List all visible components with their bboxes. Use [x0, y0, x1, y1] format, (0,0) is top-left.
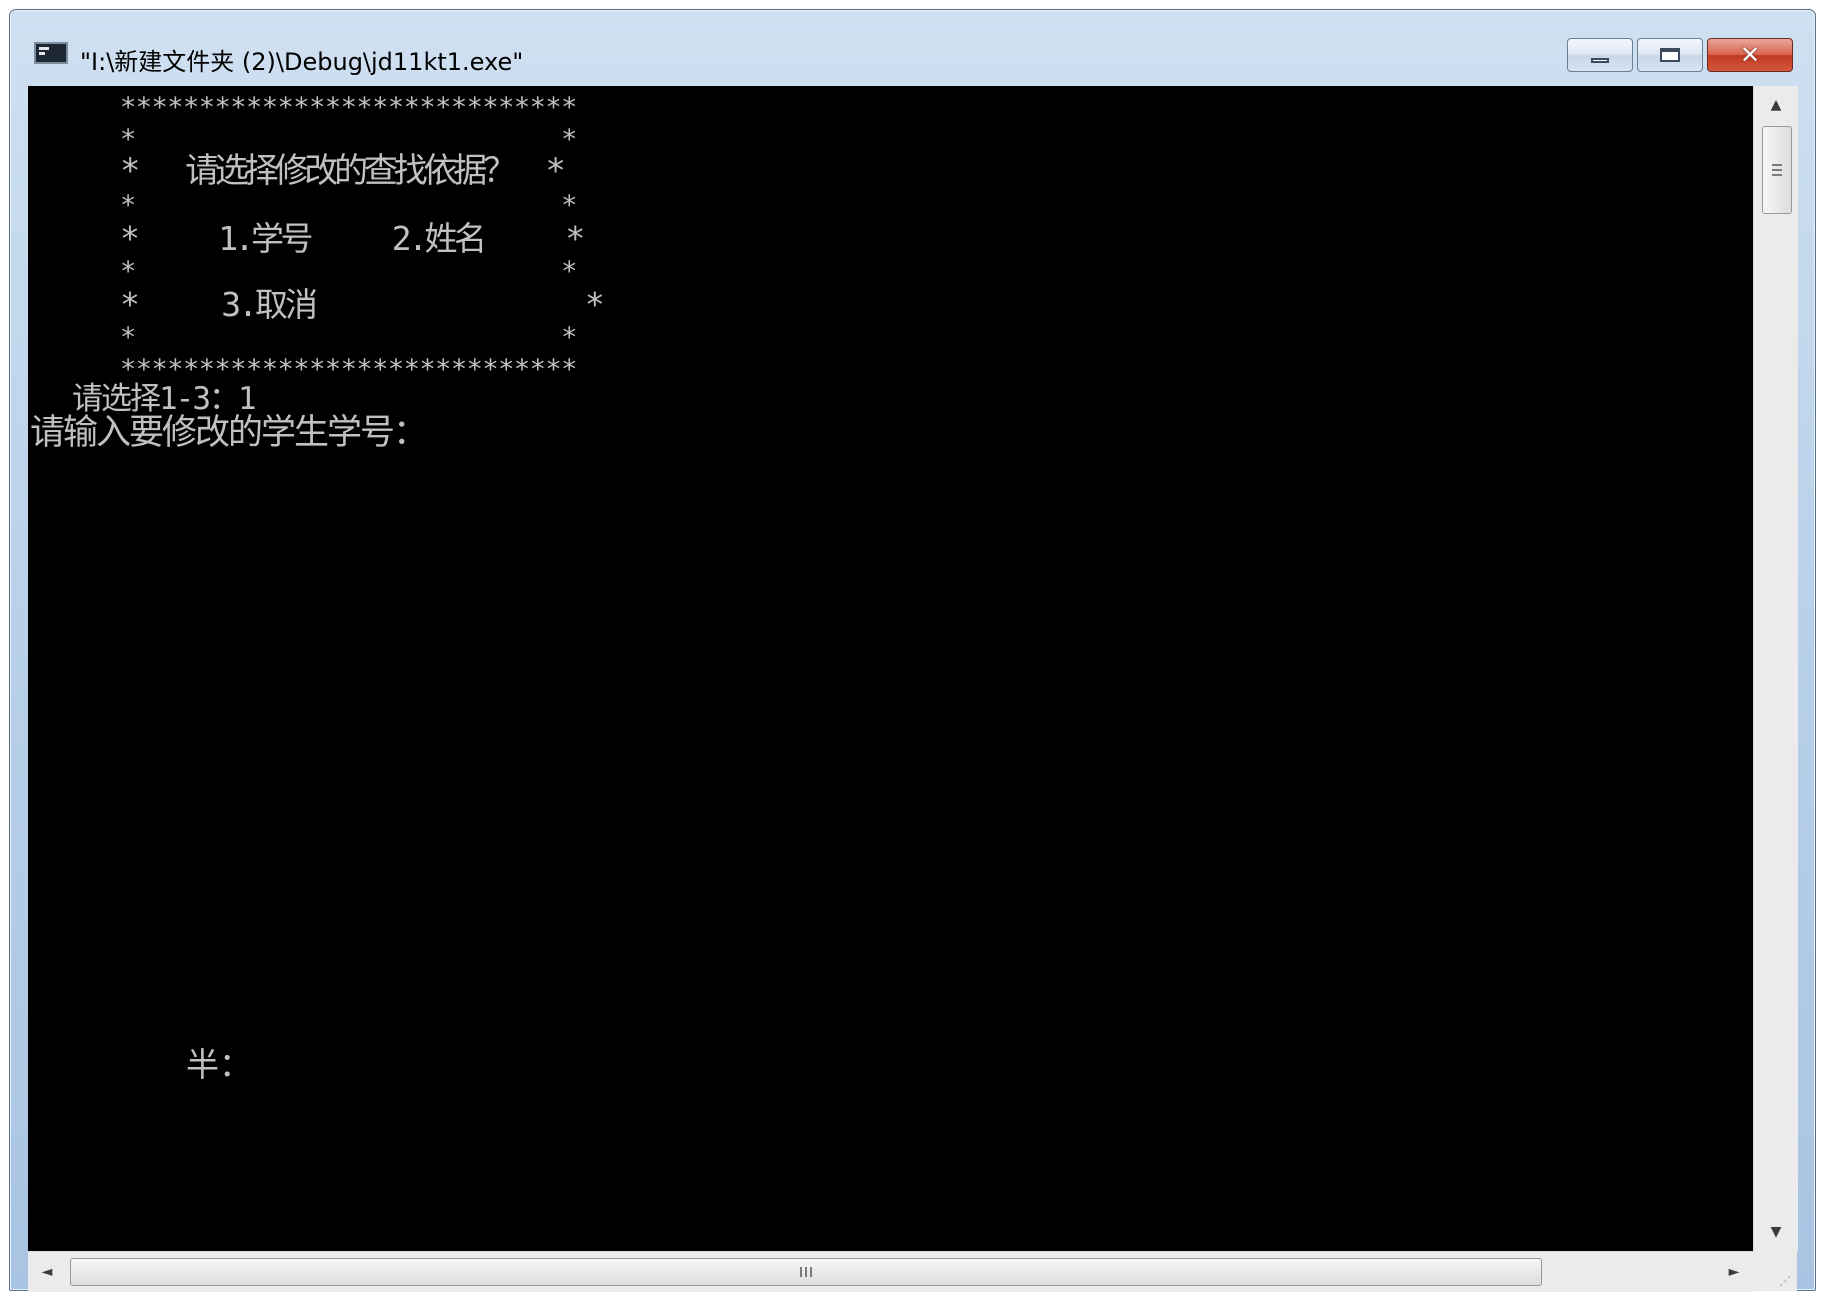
menu-empty-row: * *: [120, 124, 577, 155]
console-output[interactable]: ***************************** * * * 请选择修…: [28, 86, 1753, 1251]
horizontal-scroll-thumb[interactable]: [70, 1258, 1542, 1286]
maximize-button[interactable]: [1637, 38, 1703, 72]
grip-icon: [1772, 164, 1782, 176]
ime-status: 半：: [186, 1045, 252, 1084]
console-window: "I:\新建文件夹 (2)\Debug\jd11kt1.exe" ✕ *****…: [9, 9, 1816, 1292]
input-prompt: 请输入要修改的学生学号：: [30, 413, 428, 453]
close-button[interactable]: ✕: [1707, 38, 1793, 72]
minimize-icon: [1591, 57, 1609, 63]
menu-border-bottom: *****************************: [120, 354, 577, 385]
menu-question-row: * 请选择修改的查找依据？ *: [120, 151, 566, 191]
choice-prompt: 请选择1-3：1: [72, 381, 257, 417]
scroll-down-button[interactable]: ▼: [1754, 1213, 1798, 1251]
title-bar[interactable]: "I:\新建文件夹 (2)\Debug\jd11kt1.exe" ✕: [10, 10, 1815, 86]
menu-empty-row: * *: [120, 256, 577, 287]
size-grip-icon: ⋰: [1779, 1274, 1791, 1288]
scroll-up-button[interactable]: ▲: [1754, 86, 1798, 124]
menu-empty-row: * *: [120, 322, 577, 353]
vertical-scrollbar[interactable]: ▲ ▼: [1753, 86, 1798, 1251]
menu-options-row-1: * 1.学号 2.姓名 *: [120, 219, 585, 258]
scroll-right-button[interactable]: ►: [1715, 1252, 1753, 1292]
minimize-button[interactable]: [1567, 38, 1633, 72]
menu-options-row-2: * 3.取消 *: [120, 285, 605, 324]
horizontal-scrollbar[interactable]: ◄ ►: [28, 1251, 1753, 1292]
arrow-right-icon: ►: [1728, 1264, 1740, 1280]
arrow-down-icon: ▼: [1770, 1224, 1782, 1240]
maximize-icon: [1660, 48, 1680, 62]
grip-icon: [800, 1267, 812, 1277]
vertical-scroll-thumb[interactable]: [1762, 126, 1792, 214]
window-title: "I:\新建文件夹 (2)\Debug\jd11kt1.exe": [80, 48, 524, 76]
resize-grip[interactable]: ⋰: [1753, 1251, 1797, 1291]
console-app-icon[interactable]: [34, 42, 68, 64]
menu-border-top: *****************************: [120, 92, 577, 123]
close-icon: ✕: [1739, 41, 1761, 69]
scroll-left-button[interactable]: ◄: [28, 1252, 66, 1292]
arrow-left-icon: ◄: [41, 1264, 53, 1280]
arrow-up-icon: ▲: [1770, 97, 1782, 113]
menu-empty-row: * *: [120, 190, 577, 221]
